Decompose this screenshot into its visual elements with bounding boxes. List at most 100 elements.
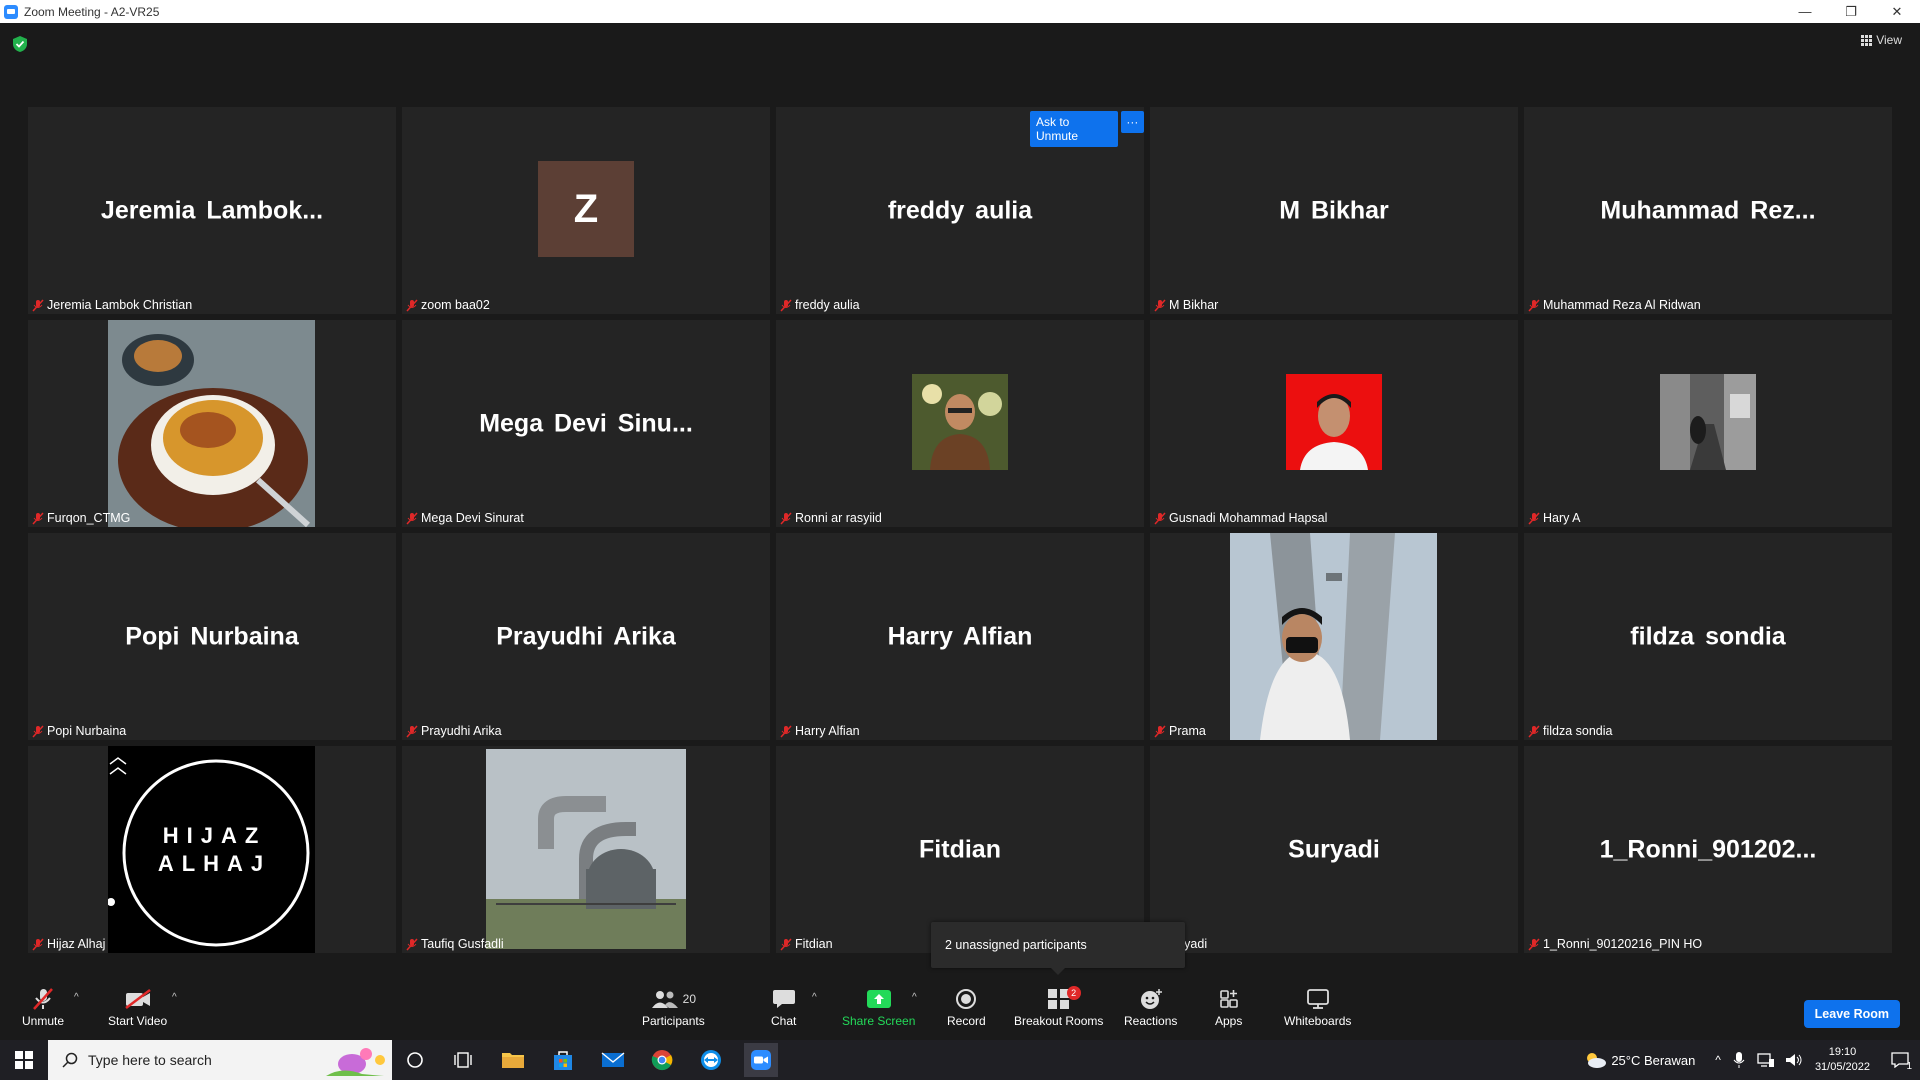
audio-options-caret[interactable]: ^ (74, 992, 79, 1003)
weather-text[interactable]: 25°C Berawan (1611, 1053, 1695, 1068)
weather-cloud-sun-icon (1587, 1053, 1607, 1068)
participant-tile[interactable]: fildza sondia fildza sondia (1524, 533, 1892, 740)
share-screen-icon (866, 990, 891, 1008)
participant-tile[interactable]: Muhammad Rez... Muhammad Reza Al Ridwan (1524, 107, 1892, 314)
more-options-button[interactable]: ··· (1120, 111, 1144, 133)
view-label: View (1876, 33, 1902, 47)
profile-photo-portrait (912, 374, 1008, 470)
task-view-button[interactable] (450, 1047, 476, 1073)
participant-label: fildza sondia (1528, 724, 1613, 738)
participant-display-name: freddy aulia (887, 196, 1033, 224)
ask-to-unmute-button[interactable]: Ask to Unmute (1030, 111, 1118, 147)
file-explorer-button[interactable] (500, 1047, 526, 1073)
participant-display-name: Fitdian (919, 835, 1001, 863)
restore-button[interactable]: ❐ (1828, 0, 1874, 23)
muted-mic-icon (780, 937, 792, 951)
cortana-button[interactable] (402, 1047, 428, 1073)
chat-options-caret[interactable]: ^ (812, 992, 817, 1003)
participant-name: M Bikhar (1169, 298, 1219, 312)
cortana-circle-icon (407, 1052, 423, 1068)
participant-tile[interactable]: Ask to Unmute ··· freddy aulia freddy au… (776, 107, 1144, 314)
store-button[interactable] (550, 1047, 576, 1073)
reactions-button[interactable]: Reactions (1124, 986, 1177, 1028)
meeting-toolbar: Unmute ^ Start Video ^ 20 Participants C… (0, 980, 1920, 1040)
chat-button[interactable]: Chat (771, 986, 796, 1028)
participant-display-name: Popi Nurbaina (125, 622, 299, 650)
record-button[interactable]: Record (947, 986, 986, 1028)
windows-logo-icon (15, 1051, 33, 1069)
participant-tile[interactable]: Suryadi ryadi (1150, 746, 1518, 953)
close-button[interactable]: ✕ (1874, 0, 1920, 23)
teamviewer-button[interactable] (698, 1047, 724, 1073)
participant-tile[interactable]: Prama (1150, 533, 1518, 740)
participant-tile[interactable]: Gusnadi Mohammad Hapsal (1150, 320, 1518, 527)
grid-view-icon (1861, 34, 1873, 46)
window-controls: — ❐ ✕ (1782, 0, 1920, 23)
breakout-rooms-button[interactable]: 2 Breakout Rooms (1014, 986, 1103, 1028)
whiteboards-button[interactable]: Whiteboards (1284, 986, 1351, 1028)
muted-mic-icon (32, 724, 44, 738)
participant-tile[interactable]: Hary A (1524, 320, 1892, 527)
participant-display-name: Muhammad Rez... (1600, 196, 1816, 224)
participant-tile[interactable]: M Bikhar M Bikhar (1150, 107, 1518, 314)
participant-avatar: Z (538, 161, 634, 257)
microphone-icon[interactable] (1733, 1051, 1745, 1069)
view-button[interactable]: View (1861, 33, 1902, 47)
participant-name: freddy aulia (795, 298, 860, 312)
volume-icon[interactable] (1785, 1052, 1803, 1068)
participant-display-name: Prayudhi Arika (496, 622, 676, 650)
muted-mic-icon (32, 298, 44, 312)
show-hidden-icons-caret[interactable]: ^ (1715, 1053, 1721, 1067)
participant-label: Muhammad Reza Al Ridwan (1528, 298, 1701, 312)
start-video-button[interactable]: Start Video (108, 986, 167, 1028)
notifications-button[interactable]: 1 (1888, 1052, 1912, 1072)
network-icon[interactable] (1757, 1052, 1775, 1068)
video-options-caret[interactable]: ^ (172, 992, 177, 1003)
muted-mic-icon (406, 937, 418, 951)
logo-text: HIJAZ ALHAJ (108, 746, 315, 953)
minimize-button[interactable]: — (1782, 0, 1828, 23)
muted-mic-icon (1528, 724, 1540, 738)
taskbar-search-box[interactable]: Type here to search (48, 1040, 392, 1080)
participant-display-name: 1_Ronni_901202... (1599, 835, 1817, 863)
chrome-button[interactable] (649, 1047, 675, 1073)
participant-tile[interactable]: Taufiq Gusfadli (402, 746, 770, 953)
participant-tile[interactable]: Furqon_CTMG (28, 320, 396, 527)
task-view-icon (454, 1052, 472, 1068)
participant-tile[interactable]: Prayudhi Arika Prayudhi Arika (402, 533, 770, 740)
participant-tile[interactable]: Mega Devi Sinu... Mega Devi Sinurat (402, 320, 770, 527)
share-screen-button[interactable]: Share Screen (842, 986, 915, 1028)
participant-tile[interactable]: Harry Alfian Harry Alfian (776, 533, 1144, 740)
encryption-shield-icon[interactable] (12, 35, 28, 53)
unmute-label: Unmute (22, 1014, 65, 1028)
participant-name: Popi Nurbaina (47, 724, 127, 738)
participants-button[interactable]: 20 Participants (642, 986, 705, 1028)
participant-label: Gusnadi Mohammad Hapsal (1154, 511, 1327, 525)
taskbar-clock[interactable]: 19:10 31/05/2022 (1815, 1045, 1870, 1075)
muted-mic-icon (1528, 511, 1540, 525)
window-titlebar: Zoom Meeting - A2-VR25 — ❐ ✕ (0, 0, 1920, 23)
participant-tile[interactable]: Ronni ar rasyiid (776, 320, 1144, 527)
share-options-caret[interactable]: ^ (912, 992, 917, 1003)
participant-tile[interactable]: HIJAZ ALHAJ Hijaz Alhaj (28, 746, 396, 953)
search-icon (62, 1052, 78, 1068)
zoom-taskbar-button[interactable] (744, 1043, 778, 1077)
leave-room-button[interactable]: Leave Room (1803, 1000, 1900, 1028)
participant-label: Fitdian (780, 937, 833, 951)
participant-name: Mega Devi Sinurat (421, 511, 524, 525)
start-button[interactable] (0, 1040, 48, 1080)
mail-button[interactable] (600, 1047, 626, 1073)
apps-button[interactable]: Apps (1215, 986, 1242, 1028)
participant-name: Gusnadi Mohammad Hapsal (1169, 511, 1328, 525)
participant-tile[interactable]: Popi Nurbaina Popi Nurbaina (28, 533, 396, 740)
participant-name: Fitdian (795, 937, 833, 951)
participant-label: 1_Ronni_90120216_PIN HO (1528, 937, 1702, 951)
unassigned-participants-tooltip[interactable]: 2 unassigned participants (931, 922, 1185, 975)
participant-tile[interactable]: 1_Ronni_901202... 1_Ronni_90120216_PIN H… (1524, 746, 1892, 953)
breakout-rooms-badge: 2 (1066, 986, 1081, 1000)
search-placeholder: Type here to search (88, 1052, 212, 1068)
participant-tile[interactable]: Z zoom baa02 (402, 107, 770, 314)
unmute-button[interactable]: Unmute (22, 986, 64, 1028)
participant-label: Prama (1154, 724, 1206, 738)
participant-tile[interactable]: Jeremia Lambok... Jeremia Lambok Christi… (28, 107, 396, 314)
